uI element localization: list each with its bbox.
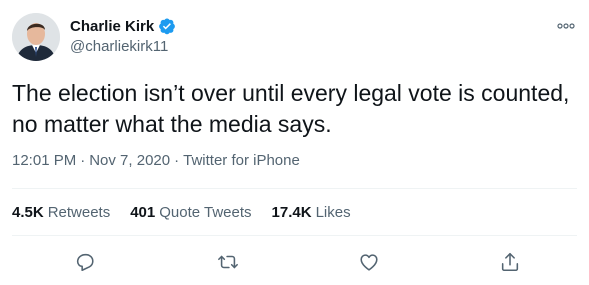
share-icon[interactable] [496,248,524,276]
like-icon[interactable] [355,248,383,276]
tweet-stats: 4.5K Retweets 401 Quote Tweets 17.4K Likes [12,204,351,221]
retweets-stat[interactable]: 4.5K Retweets [12,204,110,221]
tweet-meta: 12:01 PM · Nov 7, 2020 · Twitter for iPh… [12,152,300,169]
author-handle[interactable]: @charliekirk11 [70,38,168,55]
divider [12,235,577,236]
verified-badge-icon [158,17,176,35]
reply-icon[interactable] [71,248,99,276]
tweet-source[interactable]: Twitter for iPhone [183,152,300,169]
likes-stat[interactable]: 17.4K Likes [272,204,351,221]
tweet-card: Charlie Kirk @charliekirk11 The election… [0,0,589,285]
tweet-time[interactable]: 12:01 PM [12,152,76,169]
divider [12,188,577,189]
tweet-text: The election isn’t over until every lega… [12,80,570,137]
tweet-header: Charlie Kirk @charliekirk11 [12,13,577,63]
quote-tweets-stat[interactable]: 401 Quote Tweets [130,204,251,221]
quote-tweets-count: 401 [130,204,156,221]
likes-label: Likes [315,204,351,221]
avatar[interactable] [12,13,60,61]
tweet-date[interactable]: Nov 7, 2020 [89,152,170,169]
meta-separator: · [80,152,86,169]
likes-count: 17.4K [271,204,312,221]
retweet-icon[interactable] [214,248,242,276]
display-name[interactable]: Charlie Kirk [70,18,154,35]
tweet-actions [0,248,589,276]
more-options-icon[interactable] [555,19,577,33]
retweets-count: 4.5K [12,204,44,221]
retweets-label: Retweets [47,204,111,221]
author-name-row: Charlie Kirk [70,17,176,35]
quote-tweets-label: Quote Tweets [159,204,252,221]
meta-separator: · [174,152,180,169]
